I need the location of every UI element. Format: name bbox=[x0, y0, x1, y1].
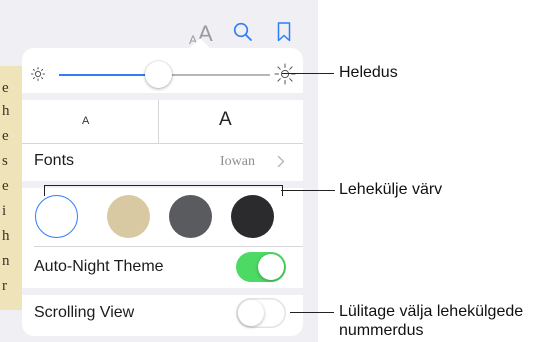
callout-brightness: Heledus bbox=[339, 64, 398, 81]
callout-line-brightness bbox=[282, 73, 334, 74]
toggle-knob bbox=[238, 300, 264, 326]
book-text-line: i bbox=[2, 203, 7, 219]
fonts-value[interactable]: Iowan bbox=[220, 154, 255, 170]
book-text-line: r bbox=[2, 278, 7, 294]
callout-page-numbering-line1: Lülitage välja lehekülgede bbox=[339, 303, 524, 320]
theme-night-swatch[interactable] bbox=[231, 195, 274, 238]
decrease-font-size-button[interactable]: A bbox=[82, 115, 89, 127]
callout-bracket-page-color bbox=[44, 185, 283, 196]
auto-night-theme-label: Auto-Night Theme bbox=[34, 258, 164, 275]
search-icon[interactable] bbox=[233, 22, 253, 42]
toggle-knob bbox=[258, 254, 284, 280]
brightness-slider-thumb[interactable] bbox=[145, 61, 172, 88]
scrolling-view-toggle[interactable] bbox=[236, 298, 286, 328]
brightness-slider-track[interactable] bbox=[161, 74, 270, 76]
book-text-line: h bbox=[2, 228, 10, 244]
book-text-line: e bbox=[2, 178, 9, 194]
book-text-line: e bbox=[2, 128, 9, 144]
callout-page-numbering-line2: nummerdus bbox=[339, 322, 424, 339]
theme-white-swatch[interactable] bbox=[35, 195, 78, 238]
scrolling-view-label: Scrolling View bbox=[34, 304, 135, 321]
divider bbox=[158, 100, 159, 143]
callout-line-page-numbering bbox=[290, 312, 334, 313]
fonts-label[interactable]: Fonts bbox=[34, 152, 74, 170]
brightness-low-icon bbox=[31, 67, 45, 81]
auto-night-theme-toggle[interactable] bbox=[236, 252, 286, 282]
brightness-high-icon bbox=[274, 63, 296, 85]
section-separator bbox=[22, 93, 303, 100]
increase-font-size-button[interactable]: A bbox=[219, 109, 232, 131]
theme-gray-swatch[interactable] bbox=[169, 195, 212, 238]
callout-page-color: Lehekülje värv bbox=[339, 181, 443, 198]
book-text-line: h bbox=[2, 103, 10, 119]
bookmark-icon[interactable] bbox=[277, 22, 291, 42]
book-text-line: s bbox=[2, 153, 8, 169]
chevron-right-icon bbox=[277, 155, 285, 168]
section-separator bbox=[22, 288, 303, 295]
divider bbox=[34, 246, 303, 247]
book-text-line: n bbox=[2, 253, 10, 269]
divider bbox=[22, 143, 303, 144]
theme-sepia-swatch[interactable] bbox=[107, 195, 150, 238]
book-text-line: e bbox=[2, 80, 9, 96]
callout-line-page-color bbox=[281, 190, 335, 191]
